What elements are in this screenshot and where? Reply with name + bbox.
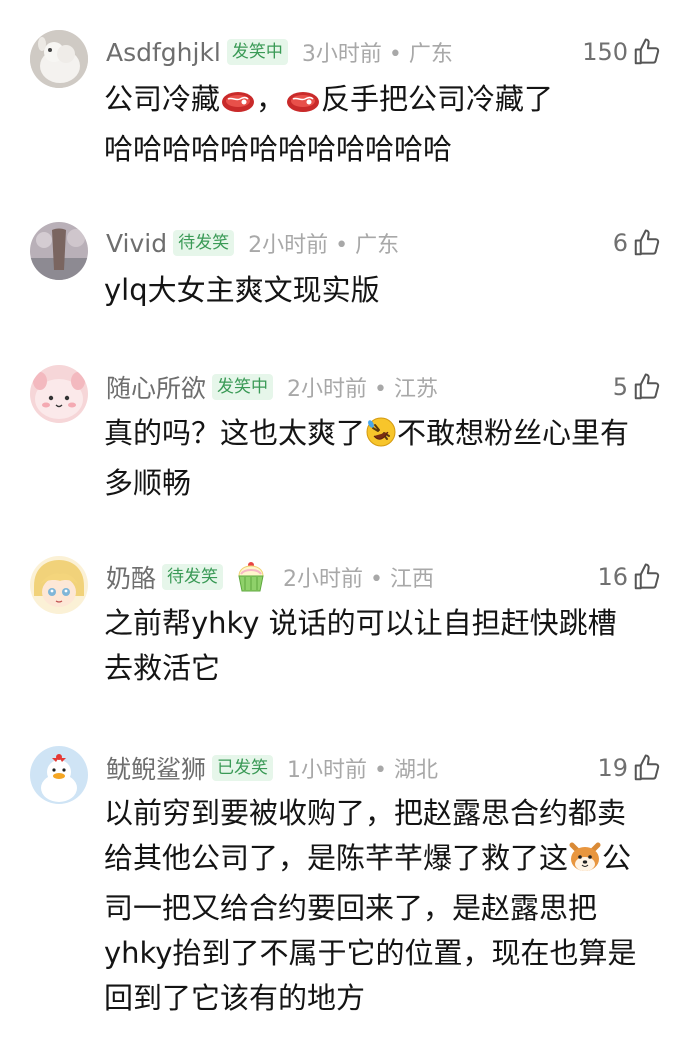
- status-badge: 发笑中: [226, 39, 288, 65]
- meat-emoji: [285, 82, 321, 127]
- timestamp-location: 2小时前 • 广东: [248, 233, 400, 258]
- thumbs-up-icon[interactable]: [632, 37, 662, 67]
- thumbs-up-icon[interactable]: [632, 562, 662, 592]
- avatar[interactable]: [30, 365, 88, 423]
- comment-text: 以前穷到要被收购了，把赵露思合约都卖 给其他公司了，是陈芊芊爆了救了这公 司一把…: [104, 796, 637, 1015]
- username[interactable]: 奶酪: [106, 559, 156, 595]
- comment-text: ylq大女主爽文现实版: [104, 273, 380, 307]
- comment-meta: Asdfghjkl 发笑中 3小时前 • 广东: [106, 35, 453, 69]
- like-button[interactable]: 19: [597, 751, 662, 785]
- thumbs-up-icon[interactable]: [632, 228, 662, 258]
- timestamp-location: 1小时前 • 湖北: [287, 758, 438, 783]
- timestamp-location: 3小时前 • 广东: [301, 42, 453, 67]
- comment-meta: Vivid 待发笑 2小时前 • 广东: [106, 226, 399, 260]
- like-count: 150: [582, 38, 628, 66]
- comment-text: 公司冷藏，反手把公司冷藏了 哈哈哈哈哈哈哈哈哈哈哈哈: [104, 82, 554, 166]
- username[interactable]: Asdfghjkl: [106, 38, 221, 67]
- avatar[interactable]: [30, 30, 88, 88]
- username[interactable]: 鱿鲵鲨狮: [106, 750, 206, 786]
- like-count: 6: [612, 229, 628, 257]
- timestamp-location: 2小时前 • 江西: [283, 567, 434, 592]
- thumbs-up-icon[interactable]: [632, 753, 662, 783]
- cupcake-icon: [233, 560, 269, 594]
- like-button[interactable]: 16: [597, 560, 662, 594]
- timestamp-location: 2小时前 • 江苏: [287, 377, 438, 402]
- like-count: 16: [597, 563, 628, 591]
- avatar[interactable]: [30, 222, 88, 280]
- comment-text: 之前帮yhky 说话的可以让自担赶快跳槽 去救活它: [104, 606, 617, 685]
- comment-text: 真的吗？这也太爽了 不敢想粉丝心里有 多顺畅: [104, 416, 630, 500]
- comment-meta: 鱿鲵鲨狮 已发笑 1小时前 • 湖北: [106, 751, 438, 785]
- like-button[interactable]: 150: [582, 35, 662, 69]
- like-count: 19: [597, 754, 628, 782]
- thumbs-up-icon[interactable]: [632, 372, 662, 402]
- avatar[interactable]: [30, 556, 88, 614]
- like-button[interactable]: 5: [613, 370, 662, 404]
- like-button[interactable]: 6: [613, 226, 662, 260]
- username[interactable]: 随心所欲: [106, 369, 206, 405]
- comment-meta: 奶酪 待发笑 2小时前 • 江西: [106, 560, 434, 594]
- avatar[interactable]: [30, 746, 88, 804]
- comment-meta: 随心所欲 发笑中 2小时前 • 江苏: [106, 370, 438, 404]
- status-badge: 已发笑: [212, 755, 274, 781]
- like-count: 5: [612, 373, 628, 401]
- status-badge: 待发笑: [162, 564, 224, 590]
- meat-emoji: [220, 82, 256, 127]
- rofl-emoji: [365, 416, 397, 461]
- shiba-dog-emoji: [568, 841, 602, 886]
- username[interactable]: Vivid: [106, 229, 167, 258]
- status-badge: 待发笑: [173, 230, 235, 256]
- status-badge: 发笑中: [212, 374, 274, 400]
